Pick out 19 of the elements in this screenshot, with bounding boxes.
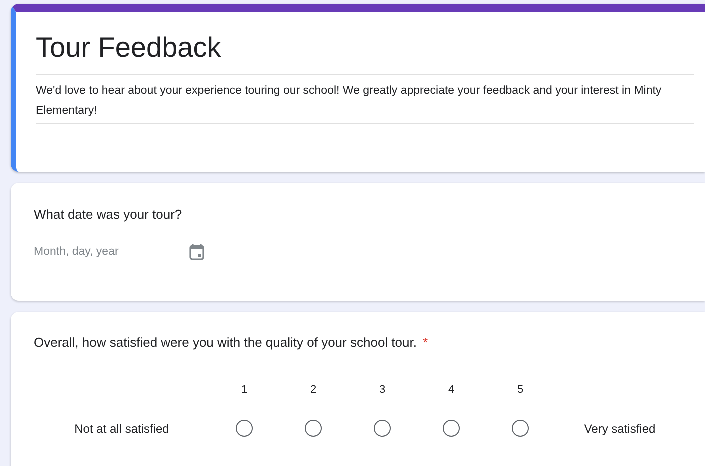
form-title: Tour Feedback (36, 32, 694, 75)
question-title: What date was your tour? (34, 207, 182, 222)
radio-button[interactable] (443, 420, 460, 437)
radio-button[interactable] (374, 420, 391, 437)
radio-button[interactable] (236, 420, 253, 437)
scale-number: 3 (379, 384, 386, 396)
radio-button[interactable] (512, 420, 529, 437)
scale-label: Very satisfied (584, 422, 656, 436)
scale-number: 2 (310, 384, 317, 396)
form-description: We'd love to hear about your experience touring our school! We greatly appreciate your feedback and your interest in Minty Elementary! (36, 75, 694, 124)
scale-number: 5 (517, 384, 524, 396)
question-title: Overall, how satisfied were you with the quality of your school tour. (34, 335, 417, 350)
scale-label: Not at all satisfied (74, 422, 170, 436)
required-mark: * (422, 335, 428, 350)
calendar-icon[interactable] (189, 243, 205, 261)
scale-number: 1 (241, 384, 248, 396)
scale-number: 4 (448, 384, 455, 396)
radio-button[interactable] (305, 420, 322, 437)
date-field[interactable]: Month, day, year (34, 242, 189, 262)
